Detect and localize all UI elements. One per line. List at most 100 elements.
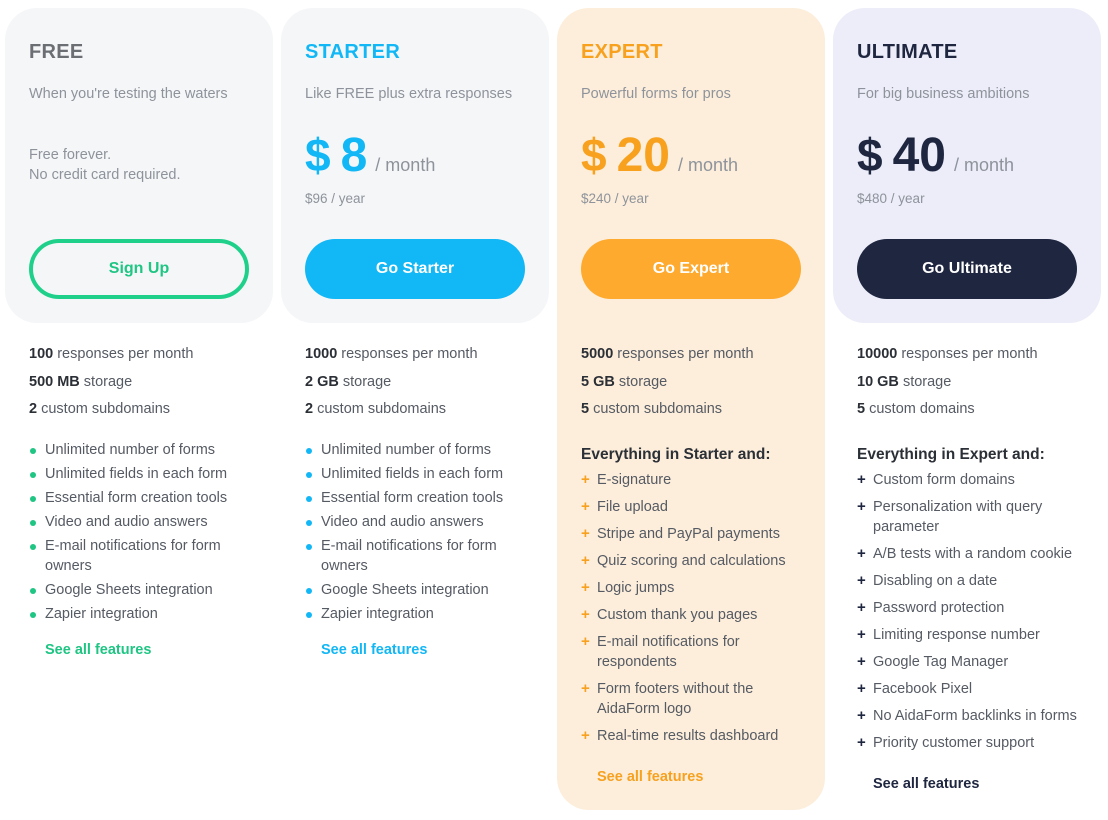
plan-tagline: Like FREE plus extra responses	[305, 86, 513, 102]
plan-card-free: FREE When you're testing the waters Free…	[5, 0, 273, 659]
plus-icon: +	[581, 551, 590, 569]
plan-header: ULTIMATE For big business ambitions $ 40…	[833, 8, 1101, 323]
feature-text: File upload	[597, 498, 668, 515]
go-starter-button[interactable]: Go Starter	[305, 239, 525, 299]
price-yearly: $96 / year	[305, 191, 366, 206]
limit-item: 5 custom domains	[857, 401, 975, 417]
plan-tagline: Powerful forms for pros	[581, 86, 731, 102]
limit-item: 2 custom subdomains	[29, 401, 171, 417]
free-note-line: Free forever.	[29, 147, 112, 163]
limit-item: 5 custom subdomains	[581, 401, 723, 417]
go-ultimate-button[interactable]: Go Ultimate	[857, 239, 1077, 299]
currency-symbol: $	[857, 129, 883, 181]
feature-item: Essential form creation tools	[305, 488, 525, 508]
feature-text: No AidaForm backlinks in forms	[873, 707, 1077, 724]
go-expert-button[interactable]: Go Expert	[581, 239, 801, 299]
plan-header: STARTER Like FREE plus extra responses $…	[281, 8, 549, 323]
plus-icon: +	[581, 497, 590, 515]
see-all-features-link[interactable]: See all features	[45, 642, 151, 658]
price-amount: 40	[892, 129, 946, 182]
feature-item: Video and audio answers	[29, 512, 249, 532]
plan-header: EXPERT Powerful forms for pros $ 20 / mo…	[557, 8, 825, 323]
feature-list: + Custom form domains + Personalization wit…	[857, 470, 1077, 753]
price-yearly: $240 / year	[581, 191, 649, 206]
feature-item: + Custom form domains	[857, 470, 1077, 490]
feature-item: Unlimited number of forms	[29, 440, 249, 460]
plan-header: FREE When you're testing the waters Free…	[5, 8, 273, 323]
feature-item: Google Sheets integration	[29, 580, 249, 600]
feature-text: Custom thank you pages	[597, 606, 758, 623]
feature-text: Video and audio answers	[45, 513, 208, 530]
feature-text: Unlimited fields in each form	[321, 465, 504, 482]
feature-item: + Disabling on a date	[857, 571, 1077, 591]
bullet-dot-icon	[306, 611, 312, 618]
feature-text: Priority customer support	[873, 734, 1035, 751]
bullet-dot-icon	[30, 471, 36, 478]
bullet-dot-icon	[30, 519, 36, 526]
feature-text: Zapier integration	[45, 605, 158, 622]
feature-item: + Personalization with query parameter	[857, 497, 1077, 537]
see-all-features-link[interactable]: See all features	[873, 776, 979, 792]
currency-symbol: $	[581, 129, 607, 181]
see-all-features-link[interactable]: See all features	[321, 642, 427, 658]
feature-item: Unlimited fields in each form	[305, 464, 525, 484]
feature-item: + Stripe and PayPal payments	[581, 524, 801, 544]
feature-item: + Facebook Pixel	[857, 679, 1077, 699]
limit-item: 500 MB storage	[29, 373, 133, 390]
price-monthly: $ 20 / month	[581, 128, 738, 183]
feature-text: Facebook Pixel	[873, 680, 973, 697]
bullet-dot-icon	[306, 471, 312, 478]
plan-body: 5000 responses per month 5 GB storage 5 …	[557, 323, 825, 786]
feature-item: + A/B tests with a random cookie	[857, 544, 1077, 564]
price-period: / month	[953, 155, 1015, 175]
feature-item: + No AidaForm backlinks in forms	[857, 706, 1077, 726]
plan-card-starter: STARTER Like FREE plus extra responses $…	[281, 0, 549, 659]
feature-item: + Form footers without the AidaForm logo	[581, 679, 801, 719]
see-all-features-link[interactable]: See all features	[597, 769, 703, 785]
plus-icon: +	[857, 625, 866, 643]
feature-list: + E-signature + File upload + Stripe and PayP…	[581, 470, 801, 746]
bullet-dot-icon	[306, 587, 312, 594]
feature-text: Logic jumps	[597, 579, 675, 596]
plus-icon: +	[857, 733, 866, 751]
feature-text: Stripe and PayPal payments	[597, 525, 780, 542]
plan-body: 10000 responses per month 10 GB storage …	[833, 323, 1101, 793]
free-note: Free forever. No credit card required.	[29, 145, 181, 185]
price-amount: 8	[340, 129, 368, 182]
free-note-line: No credit card required.	[29, 167, 181, 183]
plus-icon: +	[581, 524, 590, 542]
feature-text: Google Tag Manager	[873, 653, 1009, 670]
price-monthly: $ 40 / month	[857, 128, 1014, 183]
price-monthly: $ 8 / month	[305, 128, 435, 183]
feature-item: + Limiting response number	[857, 625, 1077, 645]
sign-up-button[interactable]: Sign Up	[29, 239, 249, 299]
plan-tagline: When you're testing the waters	[29, 86, 228, 102]
feature-text: E-mail notifications for form owners	[321, 537, 497, 574]
feature-item: + File upload	[581, 497, 801, 517]
feature-item: E-mail notifications for form owners	[29, 536, 249, 576]
plan-name: FREE	[29, 41, 84, 63]
feature-text: Real-time results dashboard	[597, 727, 779, 744]
plus-icon: +	[857, 497, 866, 515]
bullet-dot-icon	[306, 543, 312, 550]
limit-item: 2 custom subdomains	[305, 401, 447, 417]
plan-name: ULTIMATE	[857, 41, 958, 63]
limit-item: 100 responses per month	[29, 346, 194, 362]
limit-item: 5000 responses per month	[581, 346, 754, 362]
plus-icon: +	[857, 706, 866, 724]
feature-text: Password protection	[873, 599, 1005, 616]
plan-tagline: For big business ambitions	[857, 86, 1030, 102]
feature-text: Google Sheets integration	[45, 581, 213, 598]
feature-text: Essential form creation tools	[45, 489, 228, 506]
price-period: / month	[677, 155, 739, 175]
feature-text: Unlimited number of forms	[321, 441, 492, 458]
feature-item: + Custom thank you pages	[581, 605, 801, 625]
plus-icon: +	[581, 605, 590, 623]
bullet-dot-icon	[306, 495, 312, 502]
feature-text: Disabling on a date	[873, 572, 998, 589]
plus-icon: +	[857, 571, 866, 589]
price-amount: 20	[616, 129, 670, 182]
limit-item: 2 GB storage	[305, 373, 392, 390]
currency-symbol: $	[305, 129, 331, 181]
feature-text: Quiz scoring and calculations	[597, 552, 786, 569]
